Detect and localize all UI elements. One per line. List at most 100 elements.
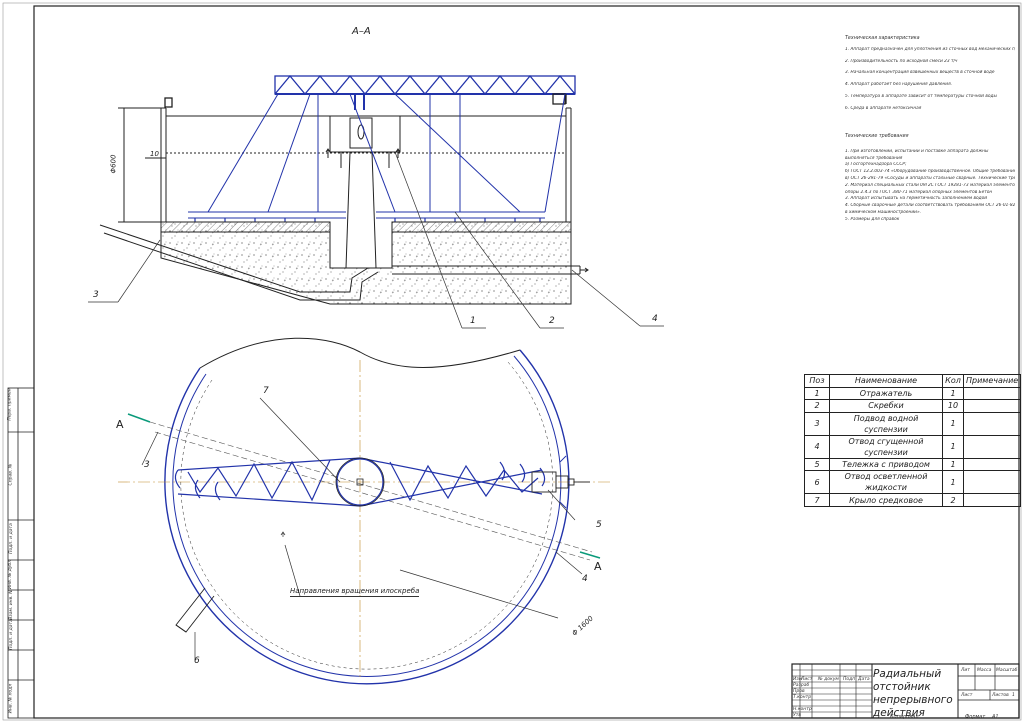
spec-cell: 1 <box>942 434 964 459</box>
tb-mass: Масса <box>977 668 992 673</box>
callout-4-section: 4 <box>652 314 658 324</box>
callout-3-plan: 3 <box>144 460 150 470</box>
tb-copied: Копировал <box>890 714 919 720</box>
tb-row-developed: Разраб <box>793 683 810 688</box>
spec-header-row: Поз Наименование Кол Примечание <box>804 374 1022 388</box>
requirement-row: а) Госгортехнадзора СССР; <box>845 162 907 168</box>
stamp-label: Инв. № подл <box>8 683 14 714</box>
spec-header-note: Примечание <box>962 374 1022 388</box>
tank-inner-arc <box>172 355 562 677</box>
spec-cell <box>962 399 1022 413</box>
section-mark-left: А <box>116 418 124 431</box>
characteristic-row: 1. Аппарат предназначен для уплотнения и… <box>845 46 1015 52</box>
technical-requirements: Технические требования 1. При изготовлен… <box>845 134 1015 224</box>
requirement-row: выполняться требования <box>845 155 903 161</box>
spec-cell <box>962 434 1022 459</box>
tb-format-val: А1 <box>992 714 999 720</box>
callout-4-plan: 4 <box>582 574 588 584</box>
spec-cell: Отвод сгущенной суспензии <box>829 434 943 459</box>
suspension-rods <box>188 93 566 219</box>
callout-3-section: 3 <box>93 290 99 300</box>
characteristic-row: 6. Среда в аппарате нетоксичная <box>845 105 922 111</box>
spec-header-qty: Кол <box>942 374 964 388</box>
table-row: 5 Тележка с приводом 1 <box>804 457 1022 472</box>
spec-cell <box>962 470 1022 495</box>
spec-cell <box>962 411 1022 436</box>
height-dimension: Φ600 <box>109 154 118 174</box>
stamp-label: Подп. и дата <box>8 619 14 650</box>
requirement-row: 1. При изготовлении, испытании и поставк… <box>845 148 989 154</box>
spec-cell <box>962 493 1022 507</box>
spec-cell: 1 <box>942 411 964 436</box>
section-label: A–A <box>352 26 371 37</box>
central-column <box>325 115 401 269</box>
requirement-row: б) ГОСТ 12.2.003-74 «Оборудование произв… <box>845 169 1015 175</box>
requirement-row: в) ОСТ 26-291-79 «Сосуды и аппараты стал… <box>845 175 1015 181</box>
stamp-label: Инв. № дубл <box>8 559 14 590</box>
table-row: 7 Крыло средковое 2 <box>804 493 1022 507</box>
spec-cell: Подвод водной суспензии <box>829 411 943 436</box>
spec-cell: 3 <box>804 411 830 436</box>
table-row: 1 Отражатель 1 <box>804 386 1022 401</box>
callout-5-plan: 5 <box>596 520 602 530</box>
tank-walls <box>118 107 572 223</box>
gap-dimension: 10 <box>150 150 159 158</box>
spec-cell: Скребки <box>829 399 943 413</box>
tb-sheets: Листов <box>992 693 1009 698</box>
callout-7-plan: 7 <box>263 386 269 396</box>
tb-row-sign: Подп <box>843 677 856 682</box>
tb-row-approved: Утв <box>793 713 802 718</box>
spec-cell: 10 <box>942 399 964 413</box>
bridge-truss <box>164 74 576 110</box>
spec-cell: 1 <box>942 457 964 472</box>
callout-1-section: 1 <box>470 316 476 326</box>
table-row: 3 Подвод водной суспензии 1 <box>804 411 1022 436</box>
requirement-row: 5. Размеры для справок <box>845 216 900 222</box>
characteristic-row: 3. Начальная концентрация взвешенных вещ… <box>845 70 995 76</box>
spec-cell: 1 <box>942 470 964 495</box>
tb-sheet: Лист <box>961 693 973 698</box>
tb-row-doc: № докум <box>818 677 839 682</box>
spec-cell: 2 <box>804 399 830 413</box>
title-line-1: Радиальный отстойник <box>873 668 942 693</box>
requirement-row: 3. Аппарат испытывать на герметичность з… <box>845 196 988 202</box>
tb-row-checked: Пров <box>793 689 805 694</box>
characteristic-row: 5. Температура в аппарате зависит от тем… <box>845 93 997 99</box>
tb-row-list: Лист <box>801 677 813 682</box>
tb-scale: Масштаб <box>996 668 1018 673</box>
scrapers <box>194 218 541 222</box>
characteristic-row: 4. Аппарат работает без нарушения давлен… <box>845 82 953 88</box>
tb-lit: Лит <box>961 668 970 673</box>
characteristics-heading: Техническая характеристика <box>845 36 920 41</box>
stamp-label: Подп. и дата <box>8 523 14 554</box>
spec-cell: Крыло средковое <box>829 493 943 507</box>
concrete-base <box>160 221 572 305</box>
section-view <box>88 74 664 329</box>
drawing-title: Радиальный отстойник непрерывного действ… <box>873 668 965 720</box>
tb-row-tcontrol: Т.контр <box>793 695 812 700</box>
requirement-row: 4. Сборные сварочные детали соответствов… <box>845 203 1015 209</box>
spec-cell: 4 <box>804 434 830 459</box>
spec-cell: 1 <box>942 386 964 401</box>
inner-frame <box>33 5 1020 719</box>
tb-format: Формат <box>965 714 986 720</box>
tb-row-ncontrol: Н.контр <box>793 707 812 712</box>
spec-header-pos: Поз <box>804 374 830 388</box>
spec-cell: 1 <box>804 386 830 401</box>
plan-leaders <box>141 397 583 660</box>
spec-cell <box>962 457 1022 472</box>
specification-table: Поз Наименование Кол Примечание 1 Отража… <box>804 374 1022 507</box>
spec-cell: 6 <box>804 470 830 495</box>
characteristic-row: 2. Производительность по исходной смеси … <box>845 58 958 64</box>
tb-sheets-num: 1 <box>1012 693 1015 698</box>
requirement-row: опоры 2.4.3 по ГОСТ 380-71 материал опор… <box>845 189 993 195</box>
table-row: 6 Отвод осветленной жидкости 1 <box>804 470 1022 495</box>
title-line-2: непрерывного действия <box>873 694 953 719</box>
spec-cell: 2 <box>942 493 964 507</box>
requirement-row: 2. Материал специальных стали 09Г2С ГОСТ… <box>845 182 1015 188</box>
spec-cell: Отвод осветленной жидкости <box>829 470 943 495</box>
tb-row-date: Дата <box>858 677 870 682</box>
stamp-label: Перв. примен <box>7 388 13 421</box>
spec-cell: 5 <box>804 457 830 472</box>
table-row: 2 Скребки 10 <box>804 399 1022 413</box>
